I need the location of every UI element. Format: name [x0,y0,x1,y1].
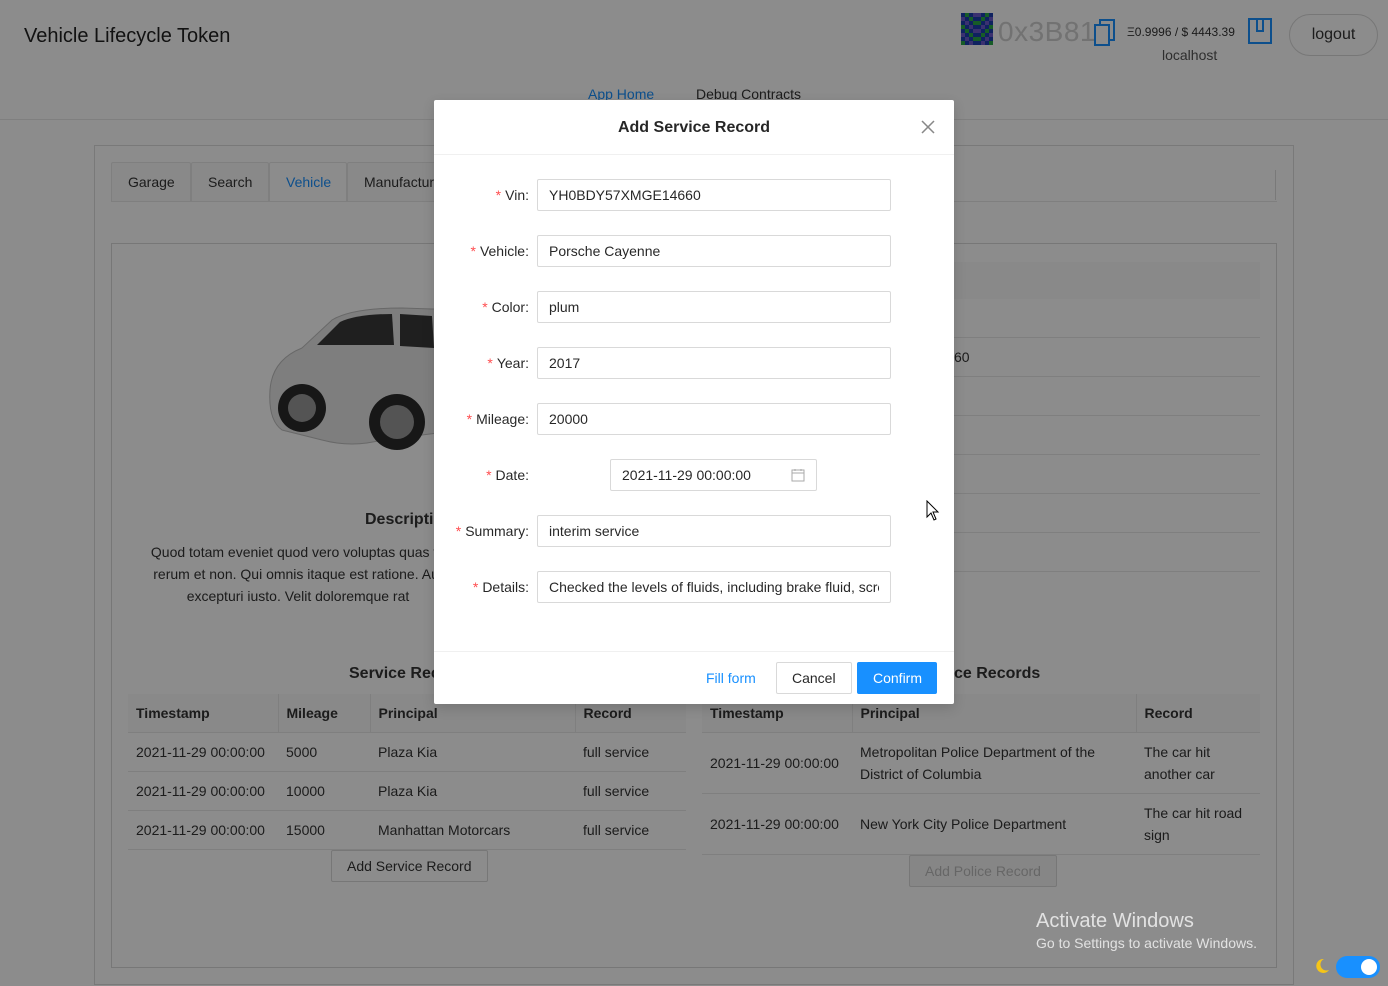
cancel-button[interactable]: Cancel [776,662,852,694]
date-label: * Date: [486,467,529,483]
form-row-details: * Details: [434,571,954,603]
close-icon[interactable] [920,119,936,135]
form-row-color: * Color: [434,291,954,323]
date-picker[interactable]: 2021-11-29 00:00:00 [610,459,817,491]
modal-title: Add Service Record [617,119,771,136]
details-label: * Details: [472,579,529,595]
form-row-vin: * Vin: [434,179,954,211]
add-service-record-modal: Add Service Record *Vin: *Vehicle: *Colo… [434,100,954,704]
form-row-date: * Date: 2021-11-29 00:00:00 [434,459,954,491]
form-row-vehicle: * Vehicle: [434,235,954,267]
summary-label: * Summary: [455,523,529,539]
modal-header: Add Service Record [434,100,954,155]
vin-label: * Vin: [495,187,529,203]
moon-icon [1316,958,1329,973]
summary-input[interactable] [537,515,891,547]
details-input[interactable] [537,571,891,603]
mouse-cursor-icon [926,500,940,521]
year-label: * Year: [487,355,529,371]
vin-input[interactable] [537,179,891,211]
date-value: 2021-11-29 00:00:00 [622,467,751,483]
vehicle-input[interactable] [537,235,891,267]
year-input[interactable] [537,347,891,379]
form-row-summary: * Summary: [434,515,954,547]
form-row-mileage: * Mileage: [434,403,954,435]
calendar-icon[interactable] [791,468,805,482]
vehicle-label: * Vehicle: [470,243,530,259]
mileage-label: * Mileage: [466,411,529,427]
modal-footer: Fill form Cancel Confirm [434,651,954,704]
color-label: * Color: [482,299,529,315]
form-row-year: * Year: [434,347,954,379]
confirm-button[interactable]: Confirm [857,662,937,694]
color-input[interactable] [537,291,891,323]
mileage-input[interactable] [537,403,891,435]
fill-form-button[interactable]: Fill form [691,662,771,694]
theme-toggle[interactable] [1336,956,1380,978]
windows-watermark-title: Activate Windows [1036,910,1194,932]
windows-watermark-subtitle: Go to Settings to activate Windows. [1036,935,1257,951]
